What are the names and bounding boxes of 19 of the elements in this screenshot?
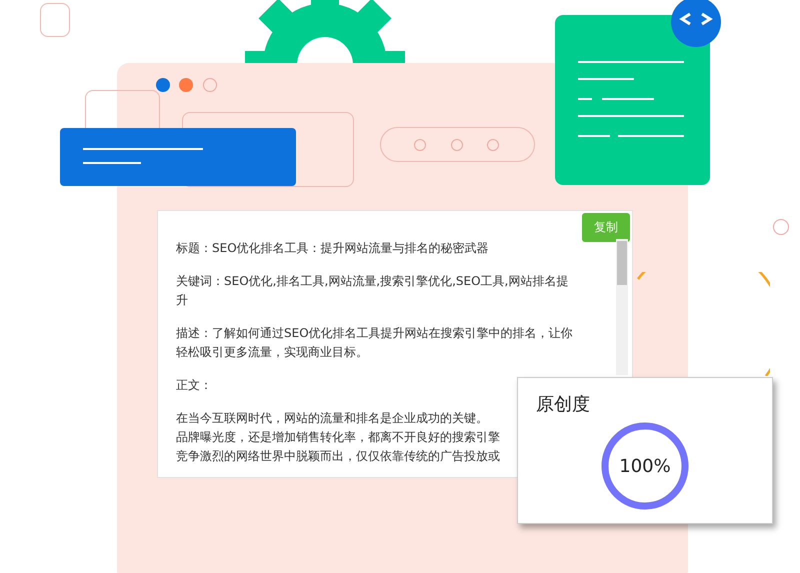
article-text: 升 [176, 293, 189, 308]
outline-shape [40, 3, 70, 37]
pill-dot [451, 139, 463, 151]
card-title: 原创度 [536, 393, 591, 416]
article-text: 描述：了解如何通过SEO优化排名工具提升网站在搜索引擎中的排名，让你 [176, 326, 574, 341]
article-text: 在当今互联网时代，网站的流量和排名是企业成功的关键。 [176, 411, 489, 426]
window-dot [203, 78, 217, 92]
circle-shape [773, 219, 789, 235]
article-text: 品牌曝光度，还是增加销售转化率，都离不开良好的搜索引擎 [176, 430, 501, 445]
pill-dot [414, 139, 426, 151]
scrollbar[interactable] [616, 239, 628, 375]
article-text: 竞争激烈的网络世界中脱颖而出，仅仅依靠传统的广告投放或 [176, 449, 501, 464]
originality-value: 100% [619, 456, 671, 476]
copy-button[interactable]: 复制 [582, 213, 630, 242]
article-text: 正文： [176, 378, 213, 393]
article-text: 轻松吸引更多流量，实现商业目标。 [176, 345, 369, 360]
article-text: 标题：SEO优化排名工具：提升网站流量与排名的秘密武器 [176, 241, 490, 256]
pill-dot [487, 139, 499, 151]
article-text: 关键词：SEO优化,排名工具,网站流量,搜索引擎优化,SEO工具,网站排名提 [176, 274, 570, 289]
